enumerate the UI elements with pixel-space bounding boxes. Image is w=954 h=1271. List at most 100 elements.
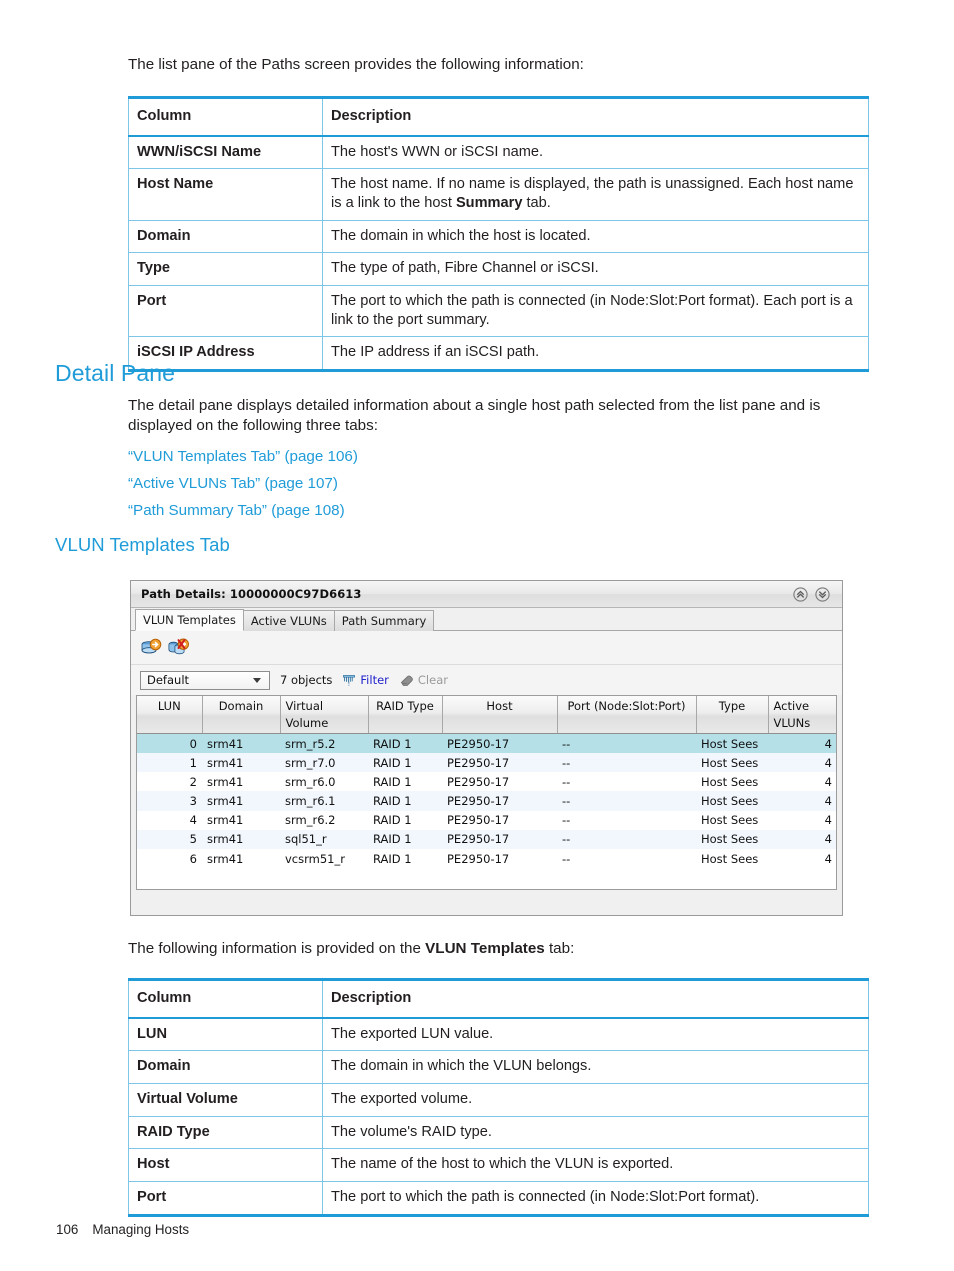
row-column-label: Port — [128, 1181, 323, 1216]
cell-virtual-volume[interactable]: srm_r6.0 — [280, 772, 368, 791]
header-description: Description — [322, 978, 869, 1019]
clear-label: Clear — [417, 673, 448, 687]
paths-table: Column Description WWN/iSCSI Name The ho… — [128, 96, 869, 373]
cell-virtual-volume[interactable]: srm_r7.0 — [280, 753, 368, 773]
vlun-templates-grid: LUN Domain Virtual Volume RAID Type Host… — [137, 696, 836, 868]
expand-all-icon[interactable] — [815, 586, 830, 602]
table-row[interactable]: 5 srm41 sql51_r RAID 1 PE2950-17 -- Host… — [137, 829, 836, 849]
cell-lun: 2 — [189, 774, 197, 789]
table-row: Port The port to which the path is conne… — [128, 285, 869, 338]
cell-virtual-volume[interactable]: srm_r6.2 — [280, 811, 368, 830]
cell-type: Host Sees — [701, 813, 759, 828]
clear-button[interactable]: Clear — [399, 673, 448, 687]
panel-tabstrip: VLUN Templates Active VLUNs Path Summary — [131, 608, 842, 631]
row-column-label: Domain — [128, 1050, 323, 1085]
grid-col-host[interactable]: Host — [442, 696, 558, 735]
grid-col-active-vluns[interactable]: Active VLUNs — [768, 696, 836, 735]
tab-active-vluns[interactable]: Active VLUNs — [242, 610, 335, 631]
caption-pre: The following information is provided on… — [128, 940, 426, 957]
row-column-label: Host Name — [128, 168, 323, 221]
row-column-label: Host — [128, 1148, 323, 1183]
row-column-label: Port — [128, 285, 323, 338]
header-column: Column — [128, 978, 323, 1019]
page-footer: 106 Managing Hosts — [56, 1222, 189, 1237]
cell-active-vluns: 4 — [768, 829, 836, 849]
table-header-row: Column Description — [128, 978, 869, 1019]
table-row: iSCSI IP Address The IP address if an iS… — [128, 336, 869, 372]
tab-path-summary[interactable]: Path Summary — [333, 610, 435, 631]
cell-host: PE2950-17 — [442, 733, 557, 754]
grid-col-type[interactable]: Type — [696, 696, 769, 735]
row-column-label: RAID Type — [128, 1115, 323, 1150]
table-row: Port The port to which the path is conne… — [128, 1181, 869, 1216]
cell-virtual-volume[interactable]: sql51_r — [280, 829, 368, 849]
cell-domain: srm41 — [207, 813, 244, 828]
intro-paragraph: The list pane of the Paths screen provid… — [128, 56, 584, 73]
cell-raid-type: RAID 1 — [368, 733, 442, 754]
table-row: Type The type of path, Fibre Channel or … — [128, 252, 869, 287]
section-heading-vlun-templates-tab: VLUN Templates Tab — [55, 534, 230, 555]
grid-col-port[interactable]: Port (Node:Slot:Port) — [557, 696, 697, 735]
table-row[interactable]: 3 srm41 srm_r6.1 RAID 1 PE2950-17 -- Hos… — [137, 791, 836, 811]
object-count-label: 7 objects — [280, 673, 333, 687]
link-active-vluns-tab[interactable]: “Active VLUNs Tab” (page 107) — [128, 470, 338, 497]
cell-virtual-volume[interactable]: srm_r5.2 — [280, 733, 368, 754]
table-row[interactable]: 6 srm41 vcsrm51_r RAID 1 PE2950-17 -- Ho… — [137, 849, 836, 868]
table-row: WWN/iSCSI Name The host's WWN or iSCSI n… — [128, 135, 869, 170]
cell-lun: 0 — [137, 733, 202, 754]
cell-active-vluns: 4 — [768, 791, 836, 811]
cell-port: -- — [557, 829, 696, 849]
cell-port: -- — [557, 733, 696, 754]
collapse-all-icon[interactable] — [793, 586, 808, 602]
panel-toolbar — [131, 631, 842, 665]
header-column: Column — [128, 96, 323, 137]
table-row[interactable]: 0 srm41 srm_r5.2 RAID 1 PE2950-17 -- Hos… — [137, 733, 836, 754]
cell-port: -- — [562, 813, 571, 828]
vlun-templates-grid-container[interactable]: LUN Domain Virtual Volume RAID Type Host… — [136, 695, 837, 890]
grid-col-domain[interactable]: Domain — [202, 696, 281, 735]
table-row[interactable]: 4 srm41 srm_r6.2 RAID 1 PE2950-17 -- Hos… — [137, 811, 836, 830]
cell-lun: 6 — [189, 851, 197, 866]
cell-active-vluns: 4 — [824, 813, 832, 828]
unexport-vlun-icon[interactable] — [168, 638, 190, 658]
footer-chapter: Managing Hosts — [92, 1222, 190, 1237]
cell-type: Host Sees — [696, 733, 768, 754]
cell-domain: srm41 — [207, 851, 244, 866]
cell-lun: 4 — [189, 813, 197, 828]
cell-port: -- — [562, 851, 571, 866]
grid-col-raid-type[interactable]: RAID Type — [368, 696, 443, 735]
row-description: The type of path, Fibre Channel or iSCSI… — [322, 252, 869, 287]
link-vlun-templates-tab[interactable]: “VLUN Templates Tab” (page 106) — [128, 443, 358, 470]
cell-type: Host Sees — [701, 851, 759, 866]
row-description: The exported LUN value. — [322, 1017, 869, 1052]
cell-port: -- — [557, 791, 696, 811]
row-description: The volume's RAID type. — [322, 1115, 869, 1150]
export-vlun-icon[interactable] — [140, 638, 162, 658]
cell-host: PE2950-17 — [442, 753, 557, 773]
tab-vlun-templates[interactable]: VLUN Templates — [135, 609, 244, 631]
filter-button[interactable]: Filter — [342, 673, 389, 687]
table-row: RAID Type The volume's RAID type. — [128, 1115, 869, 1150]
footer-page-number: 106 — [56, 1222, 79, 1237]
cell-virtual-volume[interactable]: srm_r6.1 — [280, 791, 368, 811]
grid-col-virtual-volume[interactable]: Virtual Volume — [280, 696, 369, 735]
desc-post: tab. — [522, 195, 551, 212]
path-details-panel: Path Details: 10000000C97D6613 VLUN Temp… — [130, 580, 843, 916]
desc-pre: The host name. If no name is displayed, … — [331, 176, 854, 212]
table-row: Domain The domain in which the host is l… — [128, 219, 869, 254]
cell-virtual-volume[interactable]: vcsrm51_r — [280, 849, 368, 868]
table-row[interactable]: 1 srm41 srm_r7.0 RAID 1 PE2950-17 -- Hos… — [137, 753, 836, 773]
view-select[interactable]: Default — [140, 670, 270, 690]
table-row[interactable]: 2 srm41 srm_r6.0 RAID 1 PE2950-17 -- Hos… — [137, 772, 836, 791]
row-description: The host name. If no name is displayed, … — [322, 168, 869, 221]
cell-type: Host Sees — [696, 753, 768, 773]
table-row: Host The name of the host to which the V… — [128, 1148, 869, 1183]
cell-host: PE2950-17 — [447, 851, 510, 866]
row-column-label: Type — [128, 252, 323, 287]
table-row: Virtual Volume The exported volume. — [128, 1083, 869, 1117]
grid-col-lun[interactable]: LUN — [137, 696, 203, 735]
row-description: The domain in which the host is located. — [322, 219, 869, 254]
link-path-summary-tab[interactable]: “Path Summary Tab” (page 108) — [128, 497, 345, 524]
cell-host: PE2950-17 — [447, 813, 510, 828]
cell-port: -- — [557, 753, 696, 773]
